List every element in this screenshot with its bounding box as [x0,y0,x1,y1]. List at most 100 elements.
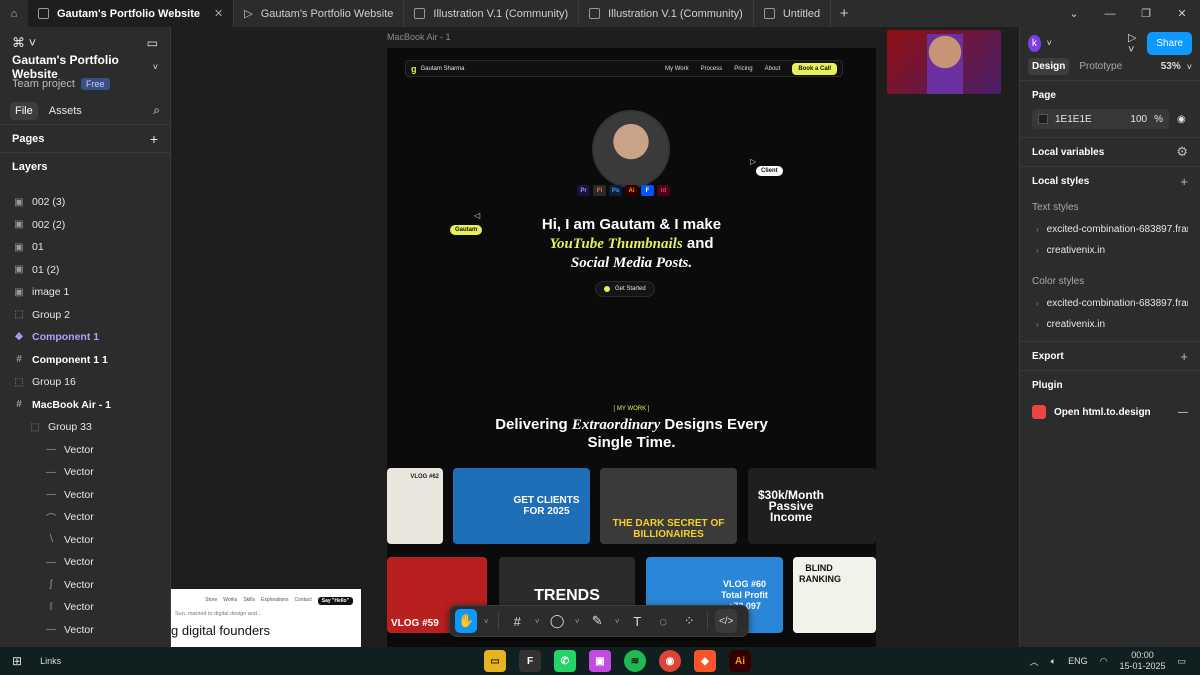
add-export-button[interactable]: + [1180,349,1188,364]
layer-item[interactable]: ⬚ Group 16 [0,371,170,394]
minus-icon[interactable]: — [1178,407,1188,418]
layer-item[interactable]: ▣ 002 (2) [0,214,170,237]
frame-tool-icon[interactable]: # [506,609,528,633]
new-tab-button[interactable]: + [831,5,857,22]
add-page-button[interactable]: + [150,131,158,147]
chevron-down-icon[interactable]: ˅ [572,609,582,633]
speaker-icon[interactable]: 🔈︎ [1051,656,1056,667]
windows-start-icon[interactable]: ⊞ [12,654,22,668]
layer-item[interactable]: ſ Vector [0,596,170,619]
page-color-field[interactable]: 1E1E1E 100 % [1032,109,1169,129]
present-play-icon[interactable]: ▷ ˅ [1128,31,1141,56]
local-variables-title[interactable]: Local variables [1032,147,1104,158]
pen-tool-icon[interactable]: ✎ [586,609,608,633]
minimize-button[interactable]: — [1092,0,1128,27]
tab-untitled[interactable]: Untitled [754,0,832,27]
reference-screenshot[interactable]: Store Works Skills Explorations Contact … [171,589,361,647]
chevron-down-icon[interactable]: ˅ [612,609,622,633]
add-style-button[interactable]: + [1180,174,1188,189]
illustrator-app-icon[interactable]: Ai [729,650,751,672]
home-icon[interactable]: ⌂ [0,0,28,27]
language-indicator[interactable]: ENG [1068,656,1088,666]
vector-icon: ſ [49,601,53,613]
layer-item[interactable]: — Vector [0,439,170,462]
close-icon[interactable]: ✕ [214,7,223,20]
chevron-down-icon[interactable]: ˅ [532,609,542,633]
spotify-icon[interactable]: ≋ [624,650,646,672]
chevron-down-icon[interactable]: ˅ [1187,62,1192,72]
layer-item[interactable]: ▣ 01 (2) [0,259,170,282]
cursor-comment-client: Client [756,166,783,176]
color-style-item[interactable]: › excited-combination-683897.framer... [1032,293,1188,314]
tab-assets[interactable]: Assets [44,102,87,120]
thumbnail-image-frame[interactable] [887,30,1001,94]
chevron-down-icon[interactable]: ⌄ [1056,0,1092,27]
layer-name: Component 1 1 [32,353,108,366]
layer-item[interactable]: ❖ Component 1 [0,326,170,349]
tab-illustration-1[interactable]: Illustration V.1 (Community) [404,0,580,27]
layer-item[interactable]: # Component 1 1 [0,349,170,372]
layer-item[interactable]: ⌒ Vector [0,506,170,529]
comment-tool-icon[interactable]: ◌ [652,609,674,633]
notification-icon[interactable]: ▭ [1177,656,1186,667]
text-style-item[interactable]: › excited-combination-683897.framer... [1032,219,1188,240]
layer-item[interactable]: ʃ Vector [0,574,170,597]
chevron-down-icon[interactable]: ˅ [481,609,491,633]
vector-icon: — [46,489,56,501]
clock[interactable]: 00:00 15-01-2025 [1119,650,1165,672]
close-window-button[interactable]: ✕ [1164,0,1200,27]
whatsapp-icon[interactable]: ✆ [554,650,576,672]
layer-item[interactable]: ⬚ Group 2 [0,304,170,327]
share-button[interactable]: Share [1147,31,1192,55]
restore-button[interactable]: ❐ [1128,0,1164,27]
canvas[interactable]: MacBook Air - 1 g Gautam Sharma My Work … [171,27,1019,647]
color-swatch[interactable] [1038,114,1048,124]
ellipse-tool-icon[interactable]: ◯ [546,609,568,633]
sidebar-toggle-icon[interactable]: ▭ [147,36,158,50]
layer-item[interactable]: — Vector [0,461,170,484]
chevron-down-icon[interactable]: ˅ [1047,38,1052,48]
eye-icon[interactable]: ◉ [1177,114,1186,125]
figma-menu-icon[interactable]: ⌘ ˅ [12,35,36,51]
layer-name: Vector [64,466,94,479]
tab-prototype[interactable]: Prototype [1075,58,1126,75]
text-style-item[interactable]: › creativenix.in [1032,240,1188,261]
color-style-item[interactable]: › creativenix.in [1032,314,1188,335]
chrome-icon[interactable]: ◉ [659,650,681,672]
tab-design[interactable]: Design [1028,58,1070,75]
tab-file[interactable]: File [10,101,38,120]
layer-item[interactable]: ▣ 01 [0,236,170,259]
avatar[interactable]: k [1028,34,1041,52]
actions-icon[interactable]: ⁘ [678,609,700,633]
tab-gautams-portfolio-prototype[interactable]: ▷ Gautam's Portfolio Website [234,0,405,27]
search-icon[interactable]: ⌕ [153,103,160,118]
brave-icon[interactable]: ◆ [694,650,716,672]
project-title[interactable]: Gautam's Portfolio Website [12,53,145,81]
figma-app-icon[interactable]: F [519,650,541,672]
layer-item[interactable]: ▣ 002 (3) [0,191,170,214]
wifi-icon[interactable]: ◠ [1100,656,1108,667]
layer-item[interactable]: ∖ Vector [0,529,170,552]
tab-gautams-portfolio-active[interactable]: Gautam's Portfolio Website ✕ [28,0,235,27]
layer-item[interactable]: ▣ image 1 [0,281,170,304]
tab-illustration-2[interactable]: Illustration V.1 (Community) [579,0,754,27]
thumbnail-text: $30k/Month Passive Income [757,487,824,524]
frame-label[interactable]: MacBook Air - 1 [387,32,451,42]
file-explorer-icon[interactable]: ▭ [484,650,506,672]
links-label[interactable]: Links [40,656,61,666]
text-tool-icon[interactable]: T [626,609,648,633]
layer-item[interactable]: — Vector [0,484,170,507]
chevron-down-icon[interactable]: ˅ [153,62,158,72]
macbook-frame[interactable]: g Gautam Sharma My Work Process Pricing … [387,48,876,647]
gallery-icon[interactable]: ▣ [589,650,611,672]
zoom-level[interactable]: 53% [1161,61,1181,72]
chevron-up-icon[interactable]: ︿ [1030,655,1039,668]
layer-item[interactable]: — Vector [0,551,170,574]
layer-item[interactable]: ⬚ Group 33 [0,416,170,439]
sliders-icon[interactable]: ⚙ [1176,144,1188,160]
layer-item[interactable]: # MacBook Air - 1 [0,394,170,417]
dev-mode-icon[interactable]: </> [715,609,738,633]
plugin-item[interactable]: Open html.to.design — [1032,399,1188,425]
hand-tool-icon[interactable]: ✋ [455,609,478,633]
layer-item[interactable]: — Vector [0,619,170,642]
